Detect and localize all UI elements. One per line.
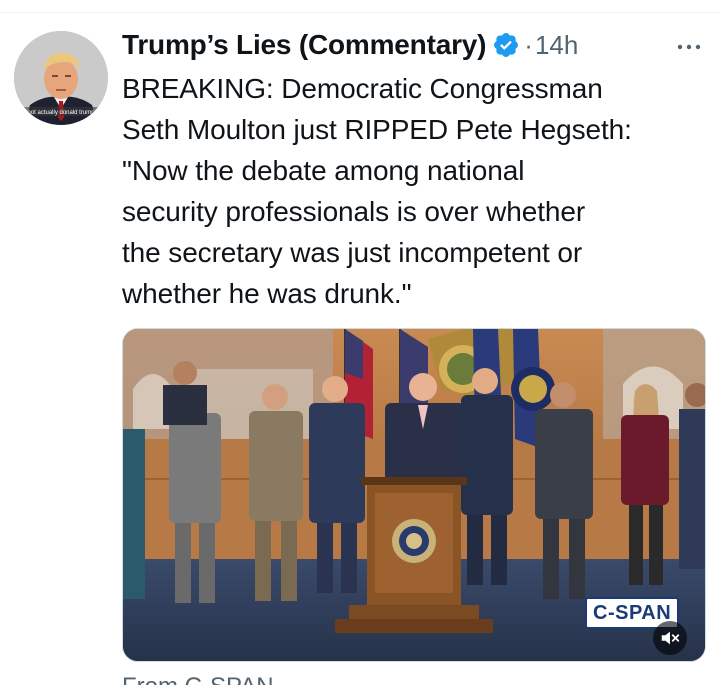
source-attribution[interactable]: From C-SPAN [122, 673, 274, 685]
tweet-text-line: security professionals is over whether [122, 196, 586, 227]
speaker-muted-icon [661, 631, 680, 645]
top-divider [0, 0, 720, 13]
tweet-text: BREAKING: Democratic Congressman Seth Mo… [122, 68, 702, 314]
avatar[interactable]: not actually donald trump [14, 31, 108, 125]
tweet-text-line: BREAKING: Democratic Congressman [122, 73, 603, 104]
video-player[interactable]: C-SPAN [122, 328, 706, 662]
verified-badge-icon[interactable] [492, 31, 520, 59]
tweet-text-line: whether he was drunk." [122, 278, 412, 309]
tweet[interactable]: not actually donald trump Trump’s Lies (… [0, 13, 720, 685]
tweet-text-line: "Now the debate among national [122, 155, 525, 186]
more-options-icon[interactable] [676, 39, 702, 50]
mute-button[interactable] [653, 621, 687, 655]
display-name[interactable]: Trump’s Lies (Commentary) [122, 29, 486, 61]
tweet-text-line: Seth Moulton just RIPPED Pete Hegseth: [122, 114, 632, 145]
tweet-text-line: the secretary was just incompetent or [122, 237, 583, 268]
avatar-caption: not actually donald trump [27, 110, 95, 116]
avatar-image: not actually donald trump [14, 31, 108, 125]
tweet-header: Trump’s Lies (Commentary) · 14h [122, 27, 578, 63]
separator-dot: · [524, 29, 533, 60]
timestamp[interactable]: 14h [535, 30, 578, 61]
